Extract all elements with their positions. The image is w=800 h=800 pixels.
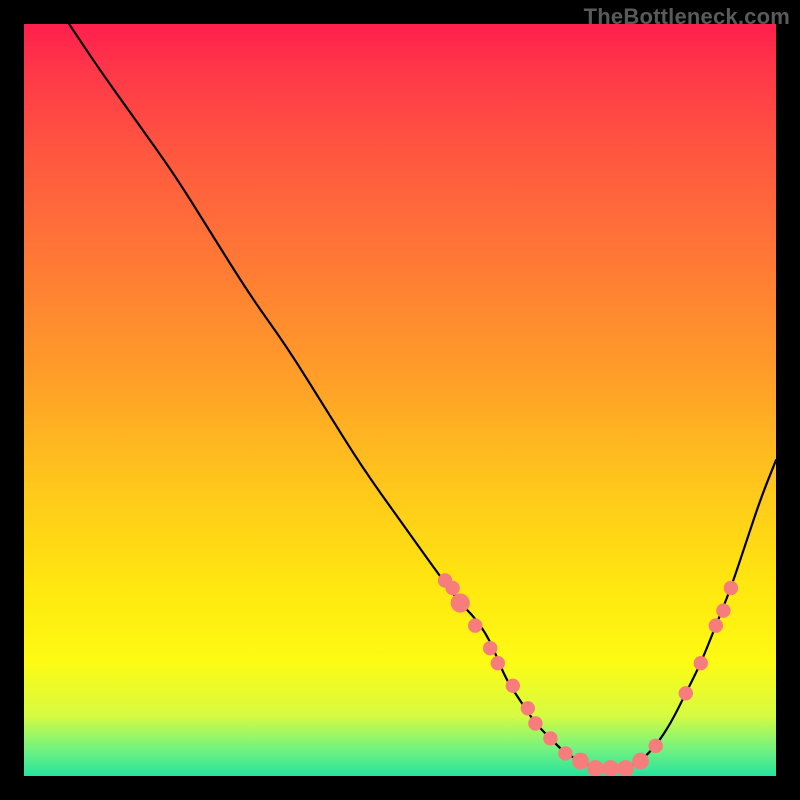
plot-area — [24, 24, 776, 776]
chart-frame: TheBottleneck.com — [0, 0, 800, 800]
chart-gradient-bg — [24, 24, 776, 776]
